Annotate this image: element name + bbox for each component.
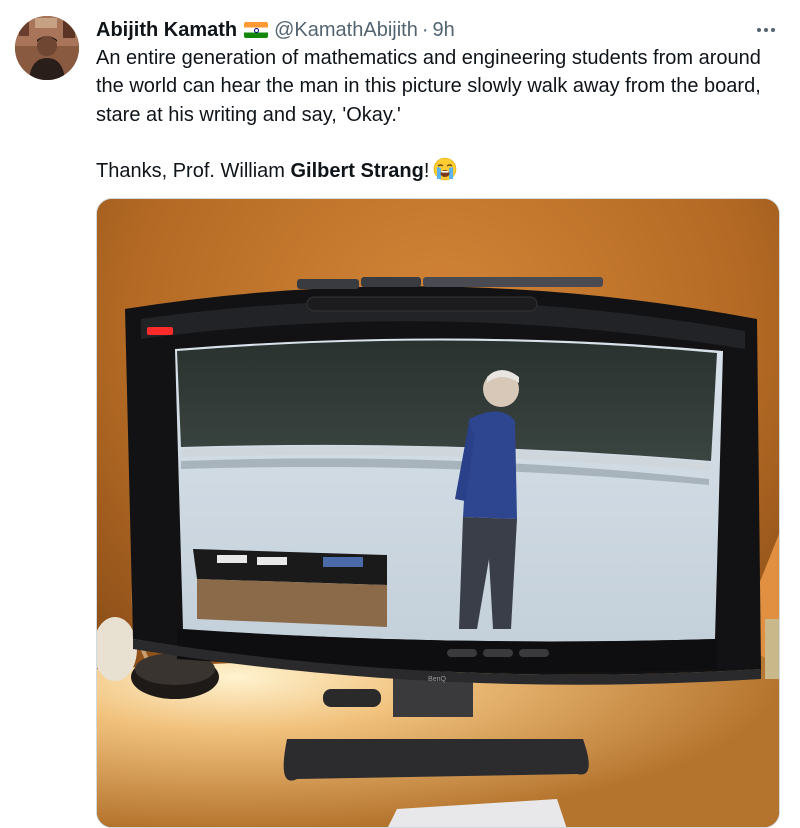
tweet-timestamp[interactable]: 9h xyxy=(433,19,455,42)
bold-name: Gilbert Strang xyxy=(290,160,424,183)
avatar-image xyxy=(15,16,79,80)
author-handle[interactable]: @KamathAbijith xyxy=(274,19,418,42)
loudly-crying-face-icon xyxy=(433,157,457,181)
share-button xyxy=(483,649,513,657)
author-name[interactable]: Abijith Kamath xyxy=(96,19,237,42)
more-dot-icon xyxy=(764,28,768,32)
monitor-brand: BenQ xyxy=(428,676,446,683)
separator-dot: · xyxy=(421,18,429,41)
tweet-paragraph-2: Thanks, Prof. William Gilbert Strang! xyxy=(96,157,786,185)
browser-tab xyxy=(297,279,359,289)
author-avatar[interactable] xyxy=(15,16,79,80)
thanks-text: Thanks, Prof. William xyxy=(96,160,291,183)
more-dot-icon xyxy=(771,28,775,32)
browser-tab xyxy=(361,277,421,287)
tweet-header: Abijith Kamath @KamathAbijith · 9h xyxy=(96,16,740,44)
youtube-logo-icon xyxy=(147,327,173,335)
save-button xyxy=(519,649,549,657)
tweet-text: An entire generation of mathematics and … xyxy=(96,44,786,186)
tweet-paragraph-1: An entire generation of mathematics and … xyxy=(96,47,761,126)
photo-monitor-lecture: BenQ xyxy=(97,199,779,827)
exclamation: ! xyxy=(423,160,430,183)
tweet-media-photo[interactable]: BenQ xyxy=(96,198,780,828)
more-options-button[interactable] xyxy=(754,18,778,42)
browser-tab xyxy=(423,277,603,287)
more-dot-icon xyxy=(757,28,761,32)
like-button xyxy=(447,649,477,657)
india-flag-icon xyxy=(244,22,269,38)
